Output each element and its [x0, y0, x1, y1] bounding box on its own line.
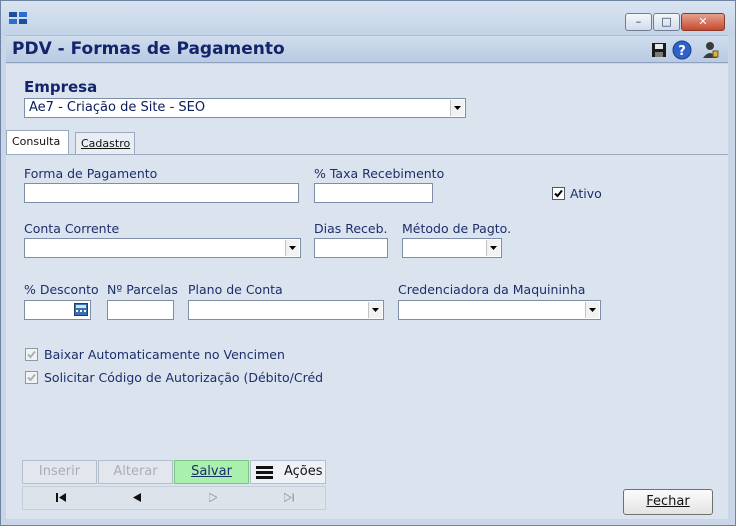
metodo-pagto-select[interactable] [402, 238, 502, 258]
maximize-button[interactable]: □ [653, 13, 680, 31]
dias-receb-label: Dias Receb. [314, 221, 388, 236]
salvar-label: Salvar [191, 464, 232, 479]
calculator-icon[interactable] [74, 303, 88, 316]
desconto-label: % Desconto [24, 282, 99, 297]
acoes-button[interactable]: Ações [250, 460, 326, 484]
baixar-automaticamente-checkbox[interactable] [25, 348, 38, 361]
menu-icon [256, 466, 273, 479]
parcelas-input[interactable] [107, 300, 174, 320]
solicitar-codigo-checkbox[interactable] [25, 371, 38, 384]
check-icon [554, 189, 563, 198]
nav-next-button[interactable] [175, 487, 251, 509]
empresa-select[interactable]: Ae7 - Criação de Site - SEO [24, 98, 466, 118]
conta-corrente-label: Conta Corrente [24, 221, 120, 236]
page-title: PDV - Formas de Pagamento [12, 39, 285, 59]
plano-conta-label: Plano de Conta [188, 282, 283, 297]
svg-text:?: ? [678, 44, 686, 59]
title-bar: – □ ✕ [1, 1, 735, 35]
ativo-label: Ativo [570, 186, 602, 201]
salvar-button[interactable]: Salvar [174, 460, 249, 484]
previous-record-icon [133, 493, 141, 502]
last-record-icon [283, 493, 294, 502]
ativo-checkbox[interactable] [552, 187, 565, 200]
tab-divider [6, 154, 728, 155]
first-record-icon [55, 493, 66, 502]
help-icon[interactable]: ? [672, 40, 692, 60]
close-window-button[interactable]: ✕ [681, 13, 725, 31]
tab-consulta-label: Consulta [12, 135, 61, 148]
chevron-down-icon[interactable] [585, 302, 599, 318]
save-disk-icon[interactable] [649, 40, 669, 60]
plano-conta-select[interactable] [188, 300, 384, 320]
minimize-button[interactable]: – [625, 13, 652, 31]
forma-pagamento-input[interactable] [24, 183, 299, 203]
alterar-button[interactable]: Alterar [98, 460, 173, 484]
dias-receb-input[interactable] [314, 238, 388, 258]
fechar-label: Fechar [646, 494, 690, 509]
taxa-recebimento-label: % Taxa Recebimento [314, 166, 445, 181]
record-navigator [22, 486, 326, 510]
desconto-input[interactable] [24, 300, 91, 320]
chevron-down-icon[interactable] [285, 240, 299, 256]
empresa-label: Empresa [24, 78, 98, 96]
check-icon [27, 373, 36, 382]
chevron-down-icon[interactable] [450, 100, 464, 116]
acoes-label: Ações [284, 464, 323, 479]
solicitar-codigo-label: Solicitar Código de Autorização (Débito/… [44, 370, 324, 385]
nav-prev-button[interactable] [99, 487, 175, 509]
credenciadora-select[interactable] [398, 300, 601, 320]
metodo-pagto-label: Método de Pagto. [402, 221, 512, 236]
empresa-value: Ae7 - Criação de Site - SEO [29, 100, 206, 115]
nav-last-button[interactable] [251, 487, 327, 509]
fechar-button[interactable]: Fechar [623, 489, 713, 515]
parcelas-label: Nº Parcelas [107, 282, 178, 297]
check-icon [27, 350, 36, 359]
tab-consulta[interactable]: Consulta [6, 130, 69, 154]
baixar-automaticamente-label: Baixar Automaticamente no Vencimen [44, 347, 285, 362]
tab-cadastro[interactable]: Cadastro [75, 132, 135, 154]
conta-corrente-select[interactable] [24, 238, 301, 258]
app-window: – □ ✕ PDV - Formas de Pagamento ? Empres… [0, 0, 736, 526]
chevron-down-icon[interactable] [486, 240, 500, 256]
taxa-recebimento-input[interactable] [314, 183, 433, 203]
user-tools-icon[interactable] [700, 40, 720, 60]
app-logo-icon [9, 12, 27, 24]
credenciadora-label: Credenciadora da Maquininha [398, 282, 586, 297]
next-record-icon [209, 493, 217, 502]
form-header: PDV - Formas de Pagamento ? [6, 35, 728, 63]
tab-cadastro-label: Cadastro [81, 137, 131, 150]
inserir-button[interactable]: Inserir [22, 460, 97, 484]
chevron-down-icon[interactable] [368, 302, 382, 318]
nav-first-button[interactable] [23, 487, 99, 509]
forma-pagamento-label: Forma de Pagamento [24, 166, 158, 181]
form-content: Empresa Ae7 - Criação de Site - SEO Cons… [6, 64, 728, 519]
